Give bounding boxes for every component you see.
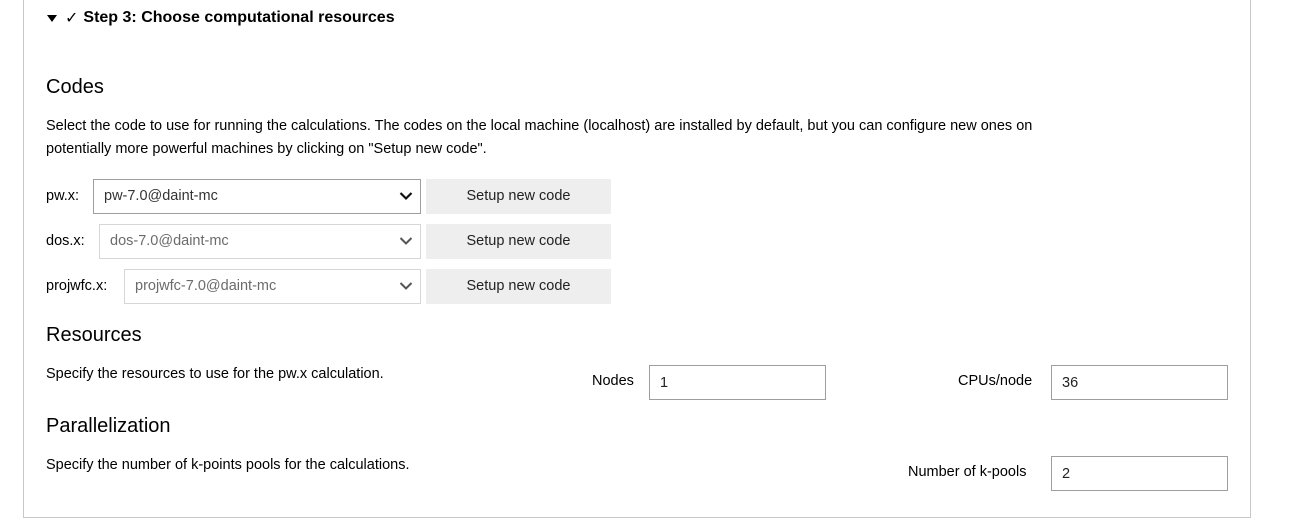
codes-description-line2: potentially more powerful machines by cl…	[46, 141, 487, 157]
chevron-down-icon	[399, 282, 413, 290]
resources-description: Specify the resources to use for the pw.…	[46, 366, 384, 382]
pw-code-selected-value: pw-7.0@daint-mc	[104, 188, 218, 204]
nodes-label: Nodes	[592, 373, 634, 389]
parallelization-heading: Parallelization	[46, 415, 171, 437]
dos-code-label: dos.x:	[46, 233, 85, 249]
dos-code-select[interactable]: dos-7.0@daint-mc	[99, 224, 421, 259]
step-title: Step 3: Choose computational resources	[83, 9, 395, 26]
step-panel	[23, 0, 1251, 518]
kpools-input[interactable]	[1051, 456, 1228, 491]
pw-code-label: pw.x:	[46, 188, 80, 204]
step-header[interactable]: ✓ Step 3: Choose computational resources	[47, 8, 395, 28]
dos-code-selected-value: dos-7.0@daint-mc	[110, 233, 229, 249]
pw-code-select[interactable]: pw-7.0@daint-mc	[93, 179, 421, 214]
checkmark-icon: ✓	[65, 10, 79, 27]
projwfc-code-selected-value: projwfc-7.0@daint-mc	[135, 278, 277, 294]
resources-heading: Resources	[46, 324, 142, 346]
chevron-down-icon	[399, 237, 413, 245]
projwfc-code-label: projwfc.x:	[46, 278, 108, 294]
codes-heading: Codes	[46, 76, 104, 98]
codes-description-line1: Select the code to use for running the c…	[46, 118, 1033, 134]
chevron-down-icon	[399, 192, 413, 201]
projwfc-setup-new-code-button[interactable]: Setup new code	[426, 269, 611, 304]
cpus-per-node-label: CPUs/node	[958, 373, 1033, 389]
caret-down-icon	[47, 15, 57, 22]
parallelization-description: Specify the number of k-points pools for…	[46, 457, 410, 473]
cpus-per-node-input[interactable]	[1051, 365, 1228, 400]
dos-setup-new-code-button[interactable]: Setup new code	[426, 224, 611, 259]
pw-setup-new-code-button[interactable]: Setup new code	[426, 179, 611, 214]
kpools-label: Number of k-pools	[908, 464, 1027, 480]
projwfc-code-select[interactable]: projwfc-7.0@daint-mc	[124, 269, 421, 304]
nodes-input[interactable]	[649, 365, 826, 400]
